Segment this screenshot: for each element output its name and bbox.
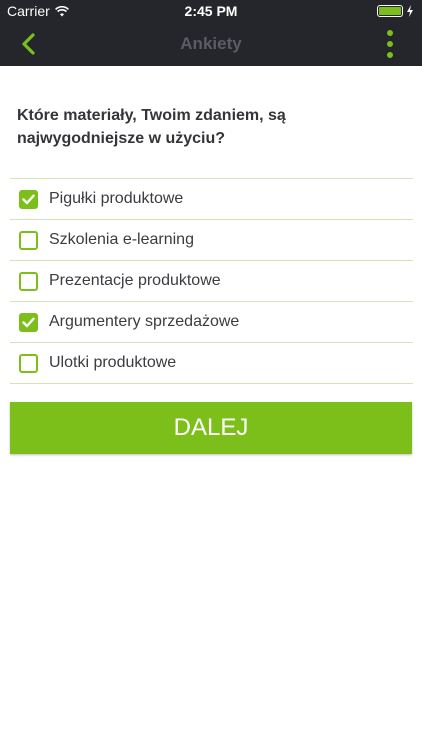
- answer-option[interactable]: Prezentacje produktowe: [10, 261, 413, 302]
- page-title: Ankiety: [180, 34, 242, 53]
- top-bar: Carrier 2:45 PM Ankiety: [0, 0, 422, 66]
- answer-label: Szkolenia e-learning: [49, 231, 194, 248]
- next-button[interactable]: DALEJ: [10, 402, 412, 454]
- more-vertical-icon: [387, 30, 393, 36]
- status-time: 2:45 PM: [184, 3, 238, 19]
- status-bar: Carrier 2:45 PM: [0, 0, 422, 22]
- checkbox[interactable]: [19, 230, 38, 250]
- checkmark-icon: [22, 194, 35, 204]
- battery-indicator: [377, 5, 414, 17]
- checkbox[interactable]: [19, 353, 38, 373]
- answer-option[interactable]: Argumentery sprzedażowe: [10, 302, 413, 343]
- answer-label: Pigułki produktowe: [49, 190, 184, 207]
- checkmark-icon: [22, 317, 35, 327]
- answer-option[interactable]: Szkolenia e-learning: [10, 220, 413, 261]
- checkbox[interactable]: [19, 312, 38, 332]
- checkbox[interactable]: [19, 271, 38, 291]
- charging-bolt-icon: [407, 5, 413, 17]
- answer-label: Ulotki produktowe: [49, 354, 177, 371]
- answer-list: Pigułki produktowe Szkolenia e-learning …: [10, 178, 413, 384]
- navigation-bar: Ankiety: [0, 22, 422, 66]
- answer-label: Prezentacje produktowe: [49, 272, 221, 289]
- checkbox[interactable]: [19, 189, 38, 209]
- answer-option[interactable]: Ulotki produktowe: [10, 343, 413, 384]
- answer-option[interactable]: Pigułki produktowe: [10, 179, 413, 220]
- answer-label: Argumentery sprzedażowe: [49, 313, 240, 330]
- more-menu-button[interactable]: [380, 28, 400, 60]
- battery-icon: [377, 5, 403, 17]
- survey-question: Które materiały, Twoim zdaniem, są najwy…: [17, 107, 286, 147]
